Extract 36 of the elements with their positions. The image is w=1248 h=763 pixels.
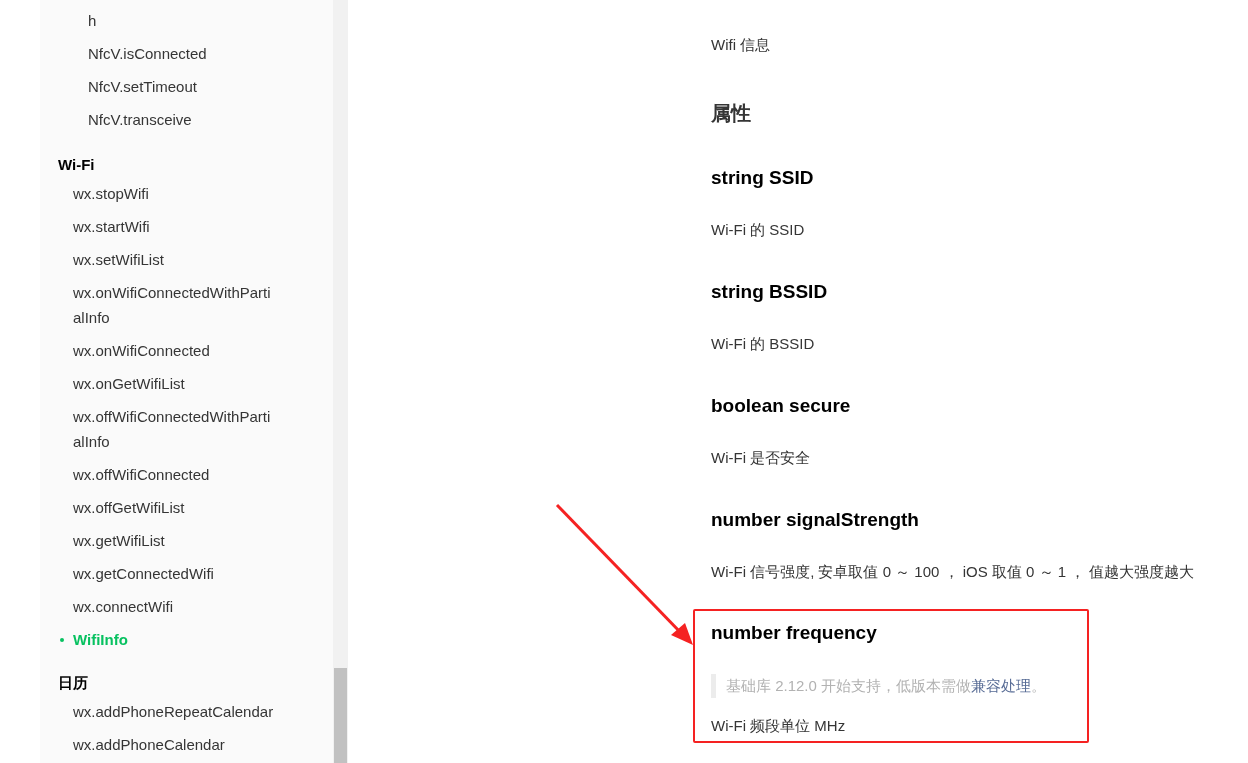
sidebar-item[interactable]: wx.startWifi xyxy=(73,214,276,239)
property-heading: number frequency xyxy=(711,621,878,645)
section-title: 属性 xyxy=(711,101,752,126)
property-heading: boolean secure xyxy=(711,394,852,418)
section-heading: Wi-Fi xyxy=(57,155,96,175)
version-note: 基础库 2.12.0 开始支持，低版本需做兼容处理。 xyxy=(725,676,1047,696)
sidebar-item[interactable]: wx.addPhoneRepeatCalendar xyxy=(73,699,276,724)
sidebar-item[interactable]: wx.addPhoneCalendar xyxy=(73,732,276,757)
page-summary: Wifi 信息 xyxy=(711,35,772,55)
sidebar-item[interactable]: h xyxy=(88,8,291,33)
sidebar-item[interactable]: wx.setWifiList xyxy=(73,247,276,272)
section-heading: 日历 xyxy=(57,673,89,693)
property-description: Wi-Fi 信号强度, 安卓取值 0 ～ 100 ， iOS 取值 0 ～ 1 ， 值越大强度越大 xyxy=(711,562,1196,582)
property-heading: string BSSID xyxy=(711,280,829,304)
sidebar-item[interactable]: wx.getConnectedWifi xyxy=(73,561,276,586)
sidebar-item[interactable]: wx.offWifiConnected xyxy=(73,462,276,487)
property-heading: string SSID xyxy=(711,166,815,190)
bullet-icon xyxy=(60,637,64,642)
sidebar-item[interactable]: wx.onWifiConnectedWithPartialInfo xyxy=(73,280,276,330)
sidebar-item[interactable]: wx.stopWifi xyxy=(73,181,276,206)
sidebar-item[interactable]: wx.getWifiList xyxy=(73,528,276,553)
scrollbar-thumb[interactable] xyxy=(334,668,347,763)
sidebar-item[interactable]: wx.offGetWifiList xyxy=(73,495,276,520)
property-description: Wi-Fi 的 BSSID xyxy=(711,334,816,354)
property-description: Wi-Fi 的 SSID xyxy=(711,220,806,240)
property-description: Wi-Fi 是否安全 xyxy=(711,448,812,468)
property-heading: number signalStrength xyxy=(711,508,920,532)
sidebar-item[interactable]: wx.onWifiConnected xyxy=(73,338,276,363)
sidebar-item[interactable]: NfcV.setTimeout xyxy=(88,74,291,99)
compat-link[interactable]: 兼容处理 xyxy=(971,677,1032,694)
sidebar-item[interactable]: wx.onGetWifiList xyxy=(73,371,276,396)
sidebar-item[interactable]: NfcV.transceive xyxy=(88,107,291,132)
sidebar-item[interactable]: wx.offWifiConnectedWithPartialInfo xyxy=(73,404,276,454)
sidebar-item[interactable]: NfcV.isConnected xyxy=(88,41,291,66)
property-description: Wi-Fi 频段单位 MHz xyxy=(711,716,847,736)
sidebar-item[interactable]: wx.connectWifi xyxy=(73,594,276,619)
